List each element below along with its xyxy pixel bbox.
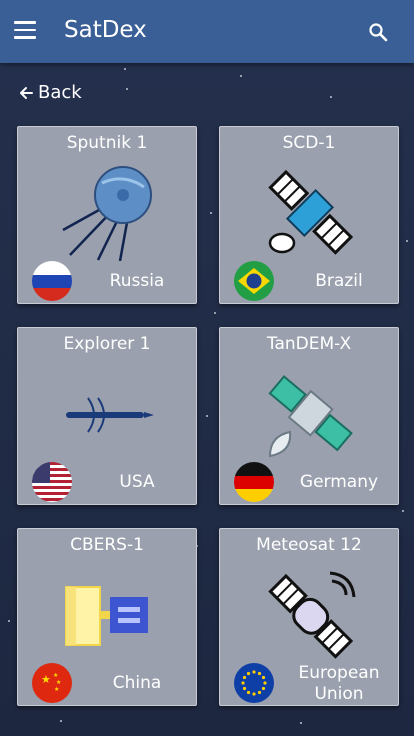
satellite-card-cbers-1[interactable]: CBERS-1 ★ ★ ★ ★ China [17, 528, 197, 706]
back-button[interactable]: Back [18, 82, 82, 103]
flag-china: ★ ★ ★ ★ [32, 663, 72, 703]
satellite-icon [268, 169, 354, 255]
meteosat-satellite-icon [268, 571, 356, 659]
svg-text:★: ★ [56, 679, 61, 686]
flag-germany [234, 462, 274, 502]
tandem-satellite-icon [268, 375, 353, 458]
satellite-name: SCD-1 [282, 133, 336, 153]
app-title: SatDex [64, 17, 147, 43]
svg-text:★: ★ [41, 673, 51, 686]
satellite-name: Meteosat 12 [256, 535, 362, 555]
sputnik-icon [62, 166, 152, 261]
satellite-name: TanDEM-X [266, 334, 352, 354]
satellite-name: Sputnik 1 [66, 133, 148, 153]
svg-text:★: ★ [54, 686, 59, 693]
arrow-left-icon [20, 86, 33, 99]
flag-russia [32, 261, 72, 301]
satellite-card-sputnik-1[interactable]: Sputnik 1 Russia [17, 126, 197, 304]
satellite-card-scd-1[interactable]: SCD-1 Brazil [219, 126, 399, 304]
flag-eu [234, 663, 274, 703]
flag-brazil [234, 261, 274, 301]
satellite-name: Explorer 1 [63, 334, 151, 354]
country-label: Russia [109, 271, 165, 291]
menu-icon[interactable] [14, 21, 36, 41]
satellite-card-tandem-x[interactable]: TanDEM-X Germany [219, 327, 399, 505]
satellite-card-meteosat-12[interactable]: Meteosat 12 European Union [219, 528, 399, 706]
svg-text:★: ★ [53, 672, 58, 679]
country-label: Brazil [315, 271, 363, 291]
back-label: Back [38, 82, 82, 103]
country-label: European Union [298, 663, 380, 704]
satellite-name: CBERS-1 [70, 535, 144, 555]
flag-usa [32, 462, 72, 502]
explorer-satellite-icon [66, 397, 154, 433]
country-label: China [112, 673, 162, 693]
country-label: Germany [299, 472, 379, 492]
search-icon[interactable] [368, 22, 388, 42]
app-bar: SatDex [0, 0, 414, 63]
country-label: USA [119, 472, 155, 492]
cbers-satellite-icon [65, 586, 148, 646]
satellite-card-explorer-1[interactable]: Explorer 1 USA [17, 327, 197, 505]
